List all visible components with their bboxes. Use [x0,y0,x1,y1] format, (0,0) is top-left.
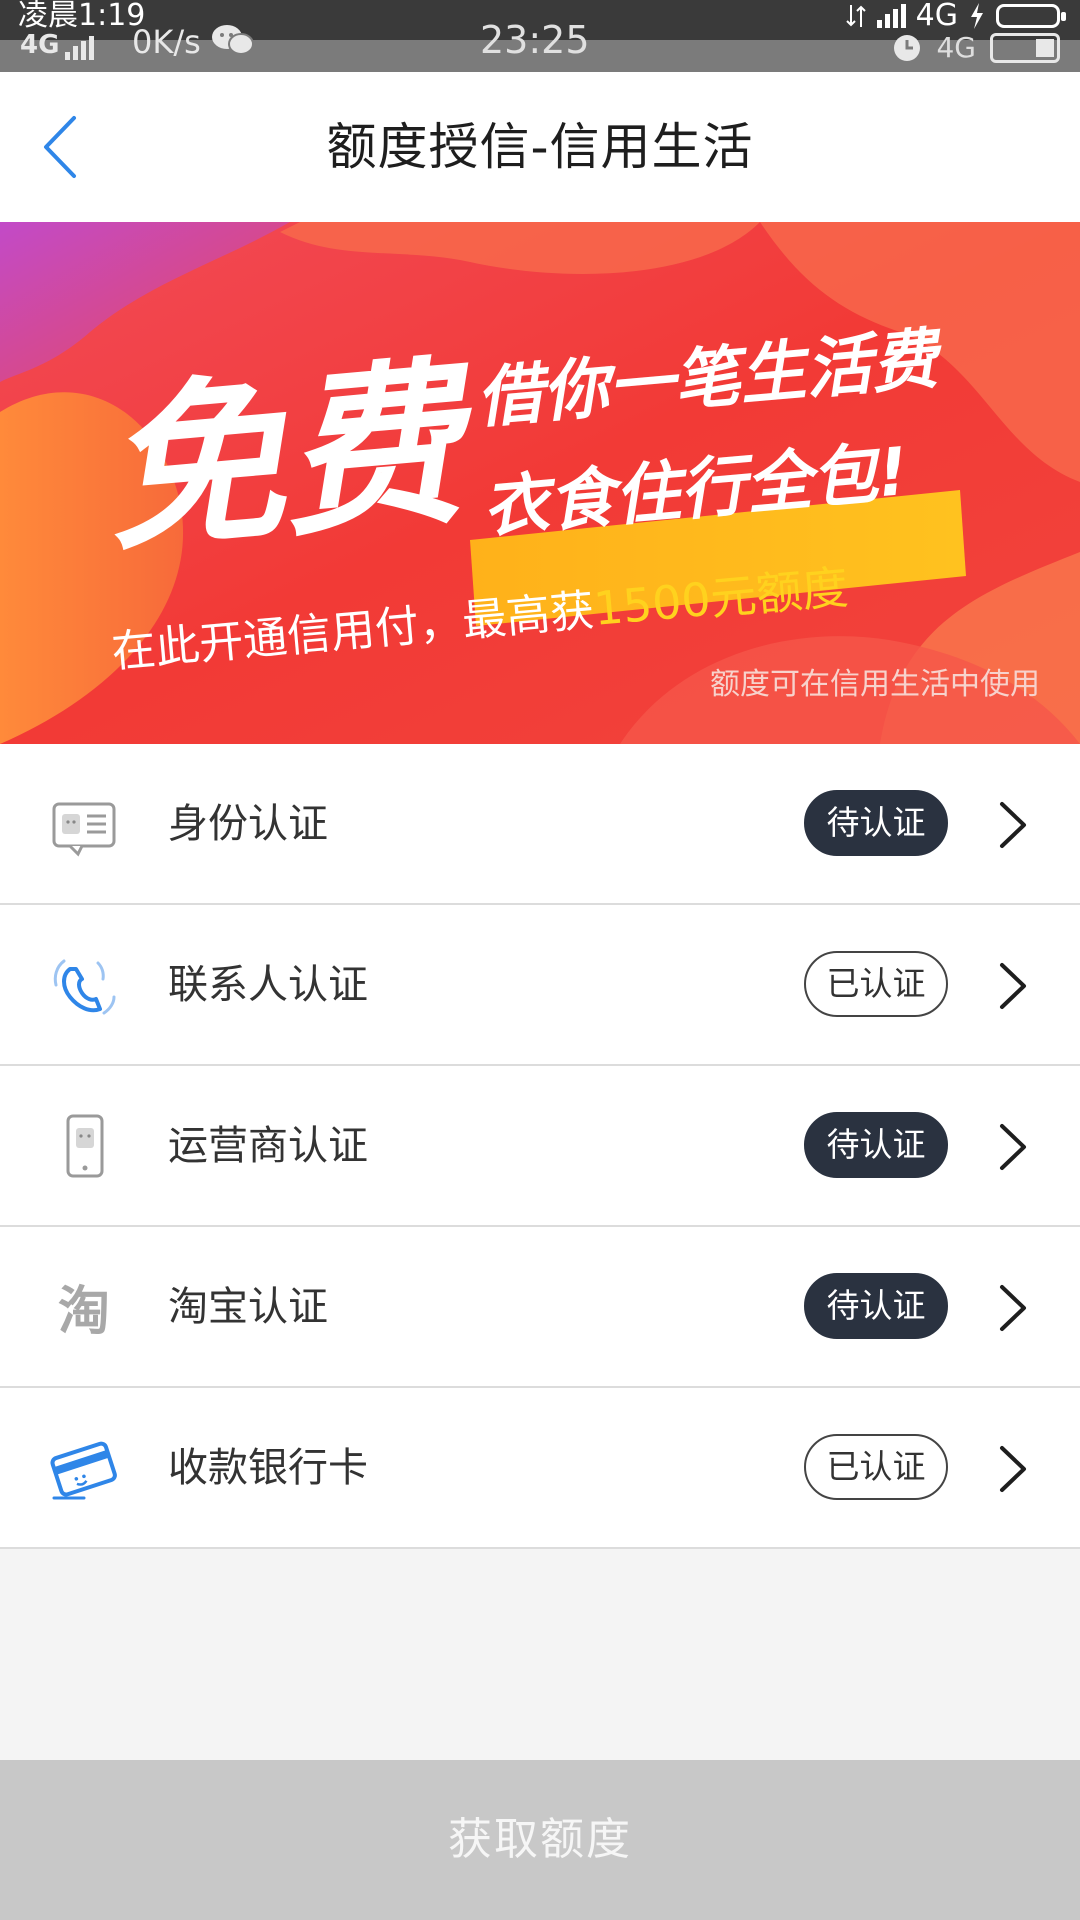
data-transfer-icon [845,5,866,27]
status-badge: 待认证 [804,790,948,856]
chevron-right-icon [1000,1285,1026,1331]
screen: 凌晨1:19 4G 0K/s 23:25 4G 4G 额度授信-信用生活 免费 … [0,0,1080,1920]
banner-headline-big: 免费 [96,338,485,577]
network-speed: 0K/s [132,23,201,61]
list-item-label: 运营商认证 [168,1123,368,1169]
signal-bars-icon [876,4,906,28]
bank-card-icon [50,1441,117,1500]
list-item-identity[interactable]: 身份认证 待认证 [0,744,1080,905]
chevron-right-icon [1000,963,1026,1009]
promo-banner-art: 免费 借你一笔生活费 衣食住行全包! 在此开通信用付，最高获1500元额度 额度… [0,222,1080,744]
list-item-taobao[interactable]: 淘 淘宝认证 待认证 [0,1227,1080,1388]
battery-level-icon [990,33,1060,63]
network-type-secondary: 4G [936,31,976,64]
status-badge: 待认证 [804,1273,948,1339]
status-bar: 凌晨1:19 4G 0K/s 23:25 4G 4G [0,0,1080,72]
banner-footnote: 额度可在信用生活中使用 [710,667,1040,702]
page-title: 额度授信-信用生活 [326,118,754,176]
alarm-clock-icon [894,35,921,61]
chevron-right-icon [1000,1124,1026,1170]
taobao-glyph: 淘 [58,1282,110,1341]
list-item-label: 身份认证 [168,801,328,847]
signal-bars-icon [65,36,95,60]
list-item-label: 收款银行卡 [168,1445,368,1491]
status-time-small: 凌晨1:19 [18,0,146,33]
get-credit-button[interactable]: 获取额度 [0,1760,1080,1920]
status-clock: 23:25 [480,18,590,62]
list-item-contacts[interactable]: 联系人认证 已认证 [0,905,1080,1066]
list-item-bank-card[interactable]: 收款银行卡 已认证 [0,1388,1080,1549]
promo-banner[interactable]: 免费 借你一笔生活费 衣食住行全包! 在此开通信用付，最高获1500元额度 额度… [0,222,1080,744]
status-badge: 待认证 [804,1112,948,1178]
signal-indicator-left: 4G [20,30,95,60]
battery-icon [996,4,1066,28]
status-right-top: 4G [845,0,1066,33]
charging-icon [971,3,983,29]
list-item-carrier[interactable]: 运营商认证 待认证 [0,1066,1080,1227]
chevron-right-icon [1000,802,1026,848]
taobao-icon: 淘 [58,1282,110,1341]
list-item-label: 淘宝认证 [168,1284,328,1330]
status-badge: 已认证 [804,1434,948,1500]
chevron-right-icon [1000,1446,1026,1492]
status-badge: 已认证 [804,951,948,1017]
wechat-icon [212,25,254,55]
mobile-carrier-icon [66,1114,104,1178]
list-item-label: 联系人认证 [168,962,368,1008]
verification-list: 身份认证 待认证 联系人认证 已认证 运营商认证 待认证 淘 淘宝认证 待认证 … [0,744,1080,1549]
status-right-bottom: 4G [892,30,1060,66]
network-type-left: 4G [20,30,60,60]
navigation-bar: 额度授信-信用生活 [0,72,1080,222]
network-type-right: 4G [915,0,958,33]
phone-contact-icon [53,959,116,1015]
id-card-icon [52,802,116,857]
